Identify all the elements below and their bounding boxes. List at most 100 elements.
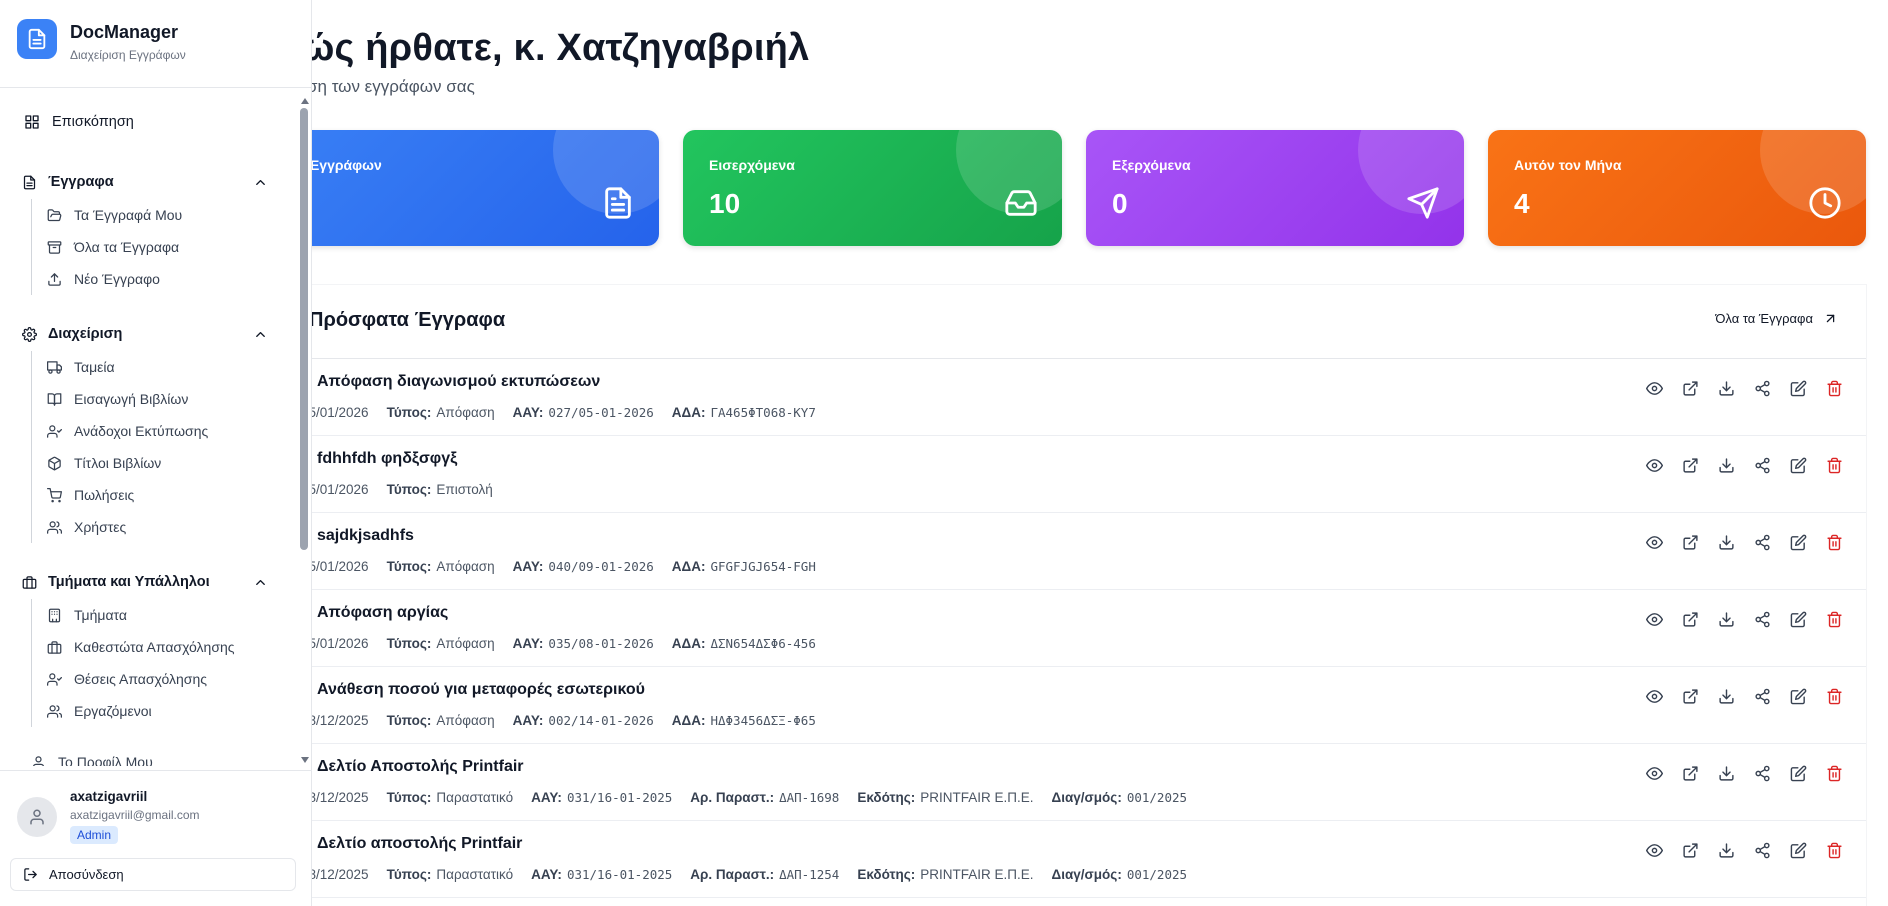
sidebar-item-employment-statuses[interactable]: Καθεστώτα Απασχόλησης <box>32 631 235 663</box>
external-link-button[interactable] <box>1680 686 1700 706</box>
document-row[interactable]: Δελτίο Αποστολής Printfair 28/12/2025 Τύπο… <box>231 744 1866 821</box>
share-button[interactable] <box>1752 532 1772 552</box>
eye-icon <box>1645 535 1663 549</box>
meta-value: ΔΑΠ-1698 <box>779 790 840 805</box>
external-link-button[interactable] <box>1680 763 1700 783</box>
departments-submenu: Τμήματα Καθεστώτα Απασχόλησης Θέσεις Απα… <box>31 599 235 727</box>
sidebar-scrollbar[interactable] <box>299 98 311 763</box>
document-row[interactable]: Ανάθεση ποσού για μεταφορές εσωτερικού 28… <box>231 667 1866 744</box>
sidebar-item-users[interactable]: Χρήστες <box>32 511 208 543</box>
share-button[interactable] <box>1752 840 1772 860</box>
share-button[interactable] <box>1752 763 1772 783</box>
edit-button[interactable] <box>1788 840 1808 860</box>
edit-button[interactable] <box>1788 455 1808 475</box>
document-row[interactable]: Δελτίο αποστολής Printfair 28/12/2025 Τύπο… <box>231 821 1866 898</box>
document-title[interactable]: Ανάθεση ποσού για μεταφορές εσωτερικού <box>317 681 645 699</box>
document-title[interactable]: Απόφαση διαγωνισμού εκτυπώσεων <box>317 373 600 391</box>
meta-key: Τύπος: <box>386 636 432 651</box>
download-icon <box>1718 688 1734 704</box>
meta-key: Διαγ/σμός: <box>1051 867 1122 882</box>
eye-button[interactable] <box>1644 763 1664 783</box>
share-button[interactable] <box>1752 609 1772 629</box>
upload-icon <box>48 272 61 286</box>
download-button[interactable] <box>1716 455 1736 475</box>
download-button[interactable] <box>1716 840 1736 860</box>
document-title[interactable]: Δελτίο Αποστολής Printfair <box>317 758 524 776</box>
edit-button[interactable] <box>1788 686 1808 706</box>
sidebar-item-print-contractors[interactable]: Ανάδοχοι Εκτύπωσης <box>32 415 208 447</box>
document-title[interactable]: Δελτίο αποστολής Printfair <box>317 835 522 853</box>
eye-button[interactable] <box>1644 455 1664 475</box>
download-button[interactable] <box>1716 686 1736 706</box>
sidebar-item-positions[interactable]: Θέσεις Απασχόλησης <box>32 663 235 695</box>
edit-button[interactable] <box>1788 532 1808 552</box>
trash-button[interactable] <box>1824 840 1844 860</box>
sidebar-item-overview[interactable]: Επισκόπηση <box>24 114 134 130</box>
user-icon <box>32 755 45 766</box>
stat-label: Αυτόν τον Μήνα <box>1514 157 1622 173</box>
trash-button[interactable] <box>1824 686 1844 706</box>
external-link-button[interactable] <box>1680 532 1700 552</box>
sidebar-item-sales[interactable]: Πωλήσεις <box>32 479 208 511</box>
document-title[interactable]: sajdkjsadhfs <box>317 527 414 545</box>
external-link-button[interactable] <box>1680 378 1700 398</box>
logout-button[interactable]: Αποσύνδεση <box>10 858 296 891</box>
scroll-down-arrow-icon[interactable] <box>301 757 309 763</box>
sidebar-item-label: Καθεστώτα Απασχόλησης <box>74 639 235 655</box>
trash-button[interactable] <box>1824 455 1844 475</box>
trash-button[interactable] <box>1824 763 1844 783</box>
briefcase-icon <box>22 575 37 589</box>
share-button[interactable] <box>1752 455 1772 475</box>
sidebar-item-book-titles[interactable]: Τίτλοι Βιβλίων <box>32 447 208 479</box>
sidebar-item-employees[interactable]: Εργαζόμενοι <box>32 695 235 727</box>
edit-button[interactable] <box>1788 763 1808 783</box>
share-button[interactable] <box>1752 686 1772 706</box>
sidebar-item-all-documents[interactable]: Όλα τα Έγγραφα <box>32 231 182 263</box>
meta-field: ΑΑΥ: 031/16-01-2025 <box>531 790 672 805</box>
eye-button[interactable] <box>1644 378 1664 398</box>
eye-button[interactable] <box>1644 686 1664 706</box>
edit-button[interactable] <box>1788 378 1808 398</box>
sidebar-item-profile[interactable]: Το Προφίλ Μου <box>31 754 153 766</box>
scroll-up-arrow-icon[interactable] <box>301 98 309 104</box>
section-departments[interactable]: Τμήματα και Υπάλληλοι <box>22 574 268 590</box>
meta-field: ΑΑΥ: 002/14-01-2026 <box>513 713 654 728</box>
document-row[interactable]: fdhhfdh φηδξσφγξ 05/01/2026 Τύπος: Επιστολή <box>231 436 1866 513</box>
download-button[interactable] <box>1716 378 1736 398</box>
eye-button[interactable] <box>1644 609 1664 629</box>
document-row[interactable]: sajdkjsadhfs 05/01/2026 Τύπος: Απόφαση ΑΑΥ: 0… <box>231 513 1866 590</box>
trash-button[interactable] <box>1824 609 1844 629</box>
external-link-button[interactable] <box>1680 455 1700 475</box>
eye-button[interactable] <box>1644 532 1664 552</box>
sidebar-item-book-import[interactable]: Εισαγωγή Βιβλίων <box>32 383 208 415</box>
sidebar-item-new-document[interactable]: Νέο Έγγραφο <box>32 263 182 295</box>
brand-header: DocManager Διαχείριση Εγγράφων <box>0 0 312 88</box>
trash-button[interactable] <box>1824 532 1844 552</box>
sidebar-item-my-documents[interactable]: Τα Έγγραφά Μου <box>32 199 182 231</box>
share-button[interactable] <box>1752 378 1772 398</box>
file-text-icon <box>28 28 46 50</box>
meta-key: ΑΑΥ: <box>512 405 544 420</box>
all-documents-link[interactable]: Όλα τα Έγγραφα <box>1715 311 1838 326</box>
sidebar-item-funds[interactable]: Ταμεία <box>32 351 208 383</box>
download-button[interactable] <box>1716 763 1736 783</box>
external-link-button[interactable] <box>1680 609 1700 629</box>
log-out-icon <box>24 868 37 881</box>
meta-field: Αρ. Παραστ.: ΔΑΠ-1254 <box>690 867 839 882</box>
document-row[interactable]: Απόφαση διαγωνισμού εκτυπώσεων 05/01/2026… <box>231 359 1866 436</box>
document-title[interactable]: Απόφαση αργίας <box>317 604 448 622</box>
meta-value: Απόφαση <box>436 713 495 728</box>
section-documents[interactable]: Έγγραφα <box>22 174 268 190</box>
download-button[interactable] <box>1716 532 1736 552</box>
trash-icon <box>1826 457 1842 473</box>
edit-button[interactable] <box>1788 609 1808 629</box>
external-link-button[interactable] <box>1680 840 1700 860</box>
section-management[interactable]: Διαχείριση <box>22 326 268 342</box>
document-row[interactable]: Απόφαση αργίας 05/01/2026 Τύπος: Απόφαση ΑΑΥ… <box>231 590 1866 667</box>
eye-button[interactable] <box>1644 840 1664 860</box>
download-button[interactable] <box>1716 609 1736 629</box>
trash-button[interactable] <box>1824 378 1844 398</box>
sidebar-item-departments[interactable]: Τμήματα <box>32 599 235 631</box>
scroll-thumb[interactable] <box>300 108 308 550</box>
document-title[interactable]: fdhhfdh φηδξσφγξ <box>317 450 457 468</box>
